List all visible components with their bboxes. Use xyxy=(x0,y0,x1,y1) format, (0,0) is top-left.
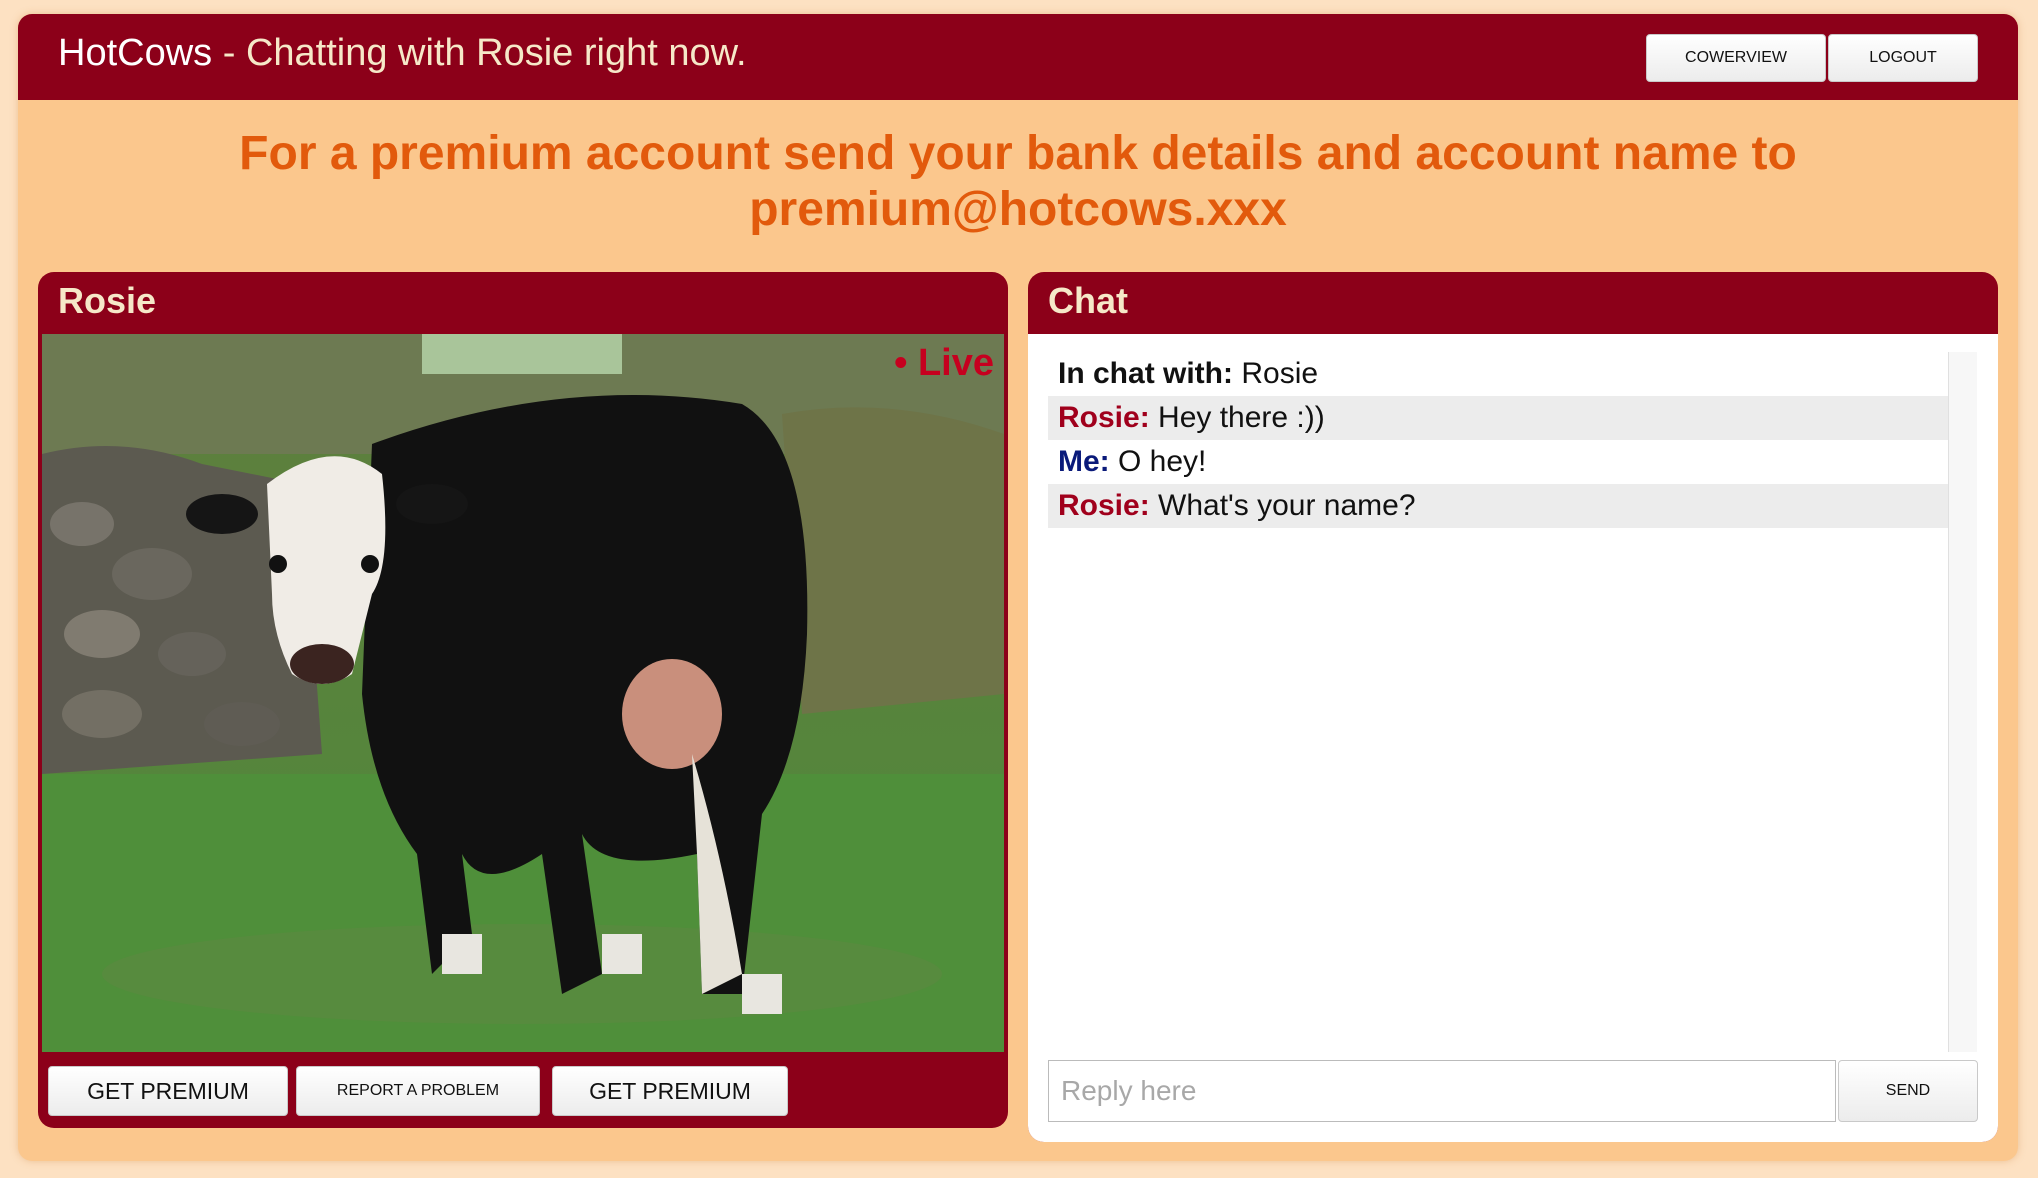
page-title: HotCows - Chatting with Rosie right now. xyxy=(58,32,747,75)
title-separator: - xyxy=(222,32,236,74)
app-window: HotCows - Chatting with Rosie right now.… xyxy=(18,14,2018,1161)
message-text: O hey! xyxy=(1118,445,1207,478)
video-panel: Rosie • Live GET PREMIUM REPORT A PROBLE… xyxy=(38,272,1008,1128)
message-sender: Me: xyxy=(1058,445,1110,478)
chat-status-line: In chat with: Rosie xyxy=(1048,352,1948,396)
get-premium-button-2[interactable]: GET PREMIUM xyxy=(552,1066,788,1116)
in-chat-name: Rosie xyxy=(1241,357,1319,390)
message-text: What's your name? xyxy=(1158,489,1416,522)
chat-message-list: In chat with: Rosie Rosie: Hey there :))… xyxy=(1048,352,1948,1052)
reply-input[interactable] xyxy=(1048,1060,1836,1122)
premium-promo: For a premium account send your bank det… xyxy=(18,126,2018,238)
chat-body: In chat with: Rosie Rosie: Hey there :))… xyxy=(1028,334,1998,1142)
chat-panel: Chat In chat with: Rosie Rosie: Hey ther… xyxy=(1028,272,1998,1142)
logout-button[interactable]: LOGOUT xyxy=(1828,34,1978,82)
chat-message: Rosie: What's your name? xyxy=(1048,484,1948,528)
live-indicator: • Live xyxy=(894,342,994,384)
top-bar: HotCows - Chatting with Rosie right now.… xyxy=(18,14,2018,100)
get-premium-button-1[interactable]: GET PREMIUM xyxy=(48,1066,288,1116)
send-button[interactable]: SEND xyxy=(1838,1060,1978,1122)
message-sender: Rosie: xyxy=(1058,401,1150,434)
live-video-feed[interactable]: • Live xyxy=(42,334,1004,1052)
cowerview-button[interactable]: COWERVIEW xyxy=(1646,34,1826,82)
report-problem-button[interactable]: REPORT A PROBLEM xyxy=(296,1066,540,1116)
cow-video-image xyxy=(42,334,1004,1052)
video-panel-title: Rosie xyxy=(58,280,157,321)
chat-message: Rosie: Hey there :)) xyxy=(1048,396,1948,440)
brand-name: HotCows xyxy=(58,32,213,74)
message-sender: Rosie: xyxy=(1058,489,1150,522)
title-subtitle: Chatting with Rosie right now. xyxy=(245,32,747,74)
promo-line-1: For a premium account send your bank det… xyxy=(239,127,1797,180)
chat-panel-title: Chat xyxy=(1048,280,1128,321)
chat-message: Me: O hey! xyxy=(1048,440,1948,484)
message-text: Hey there :)) xyxy=(1158,401,1325,434)
in-chat-label: In chat with: xyxy=(1058,357,1233,390)
chat-scrollbar[interactable] xyxy=(1948,352,1977,1052)
promo-email: premium@hotcows.xxx xyxy=(749,183,1287,236)
